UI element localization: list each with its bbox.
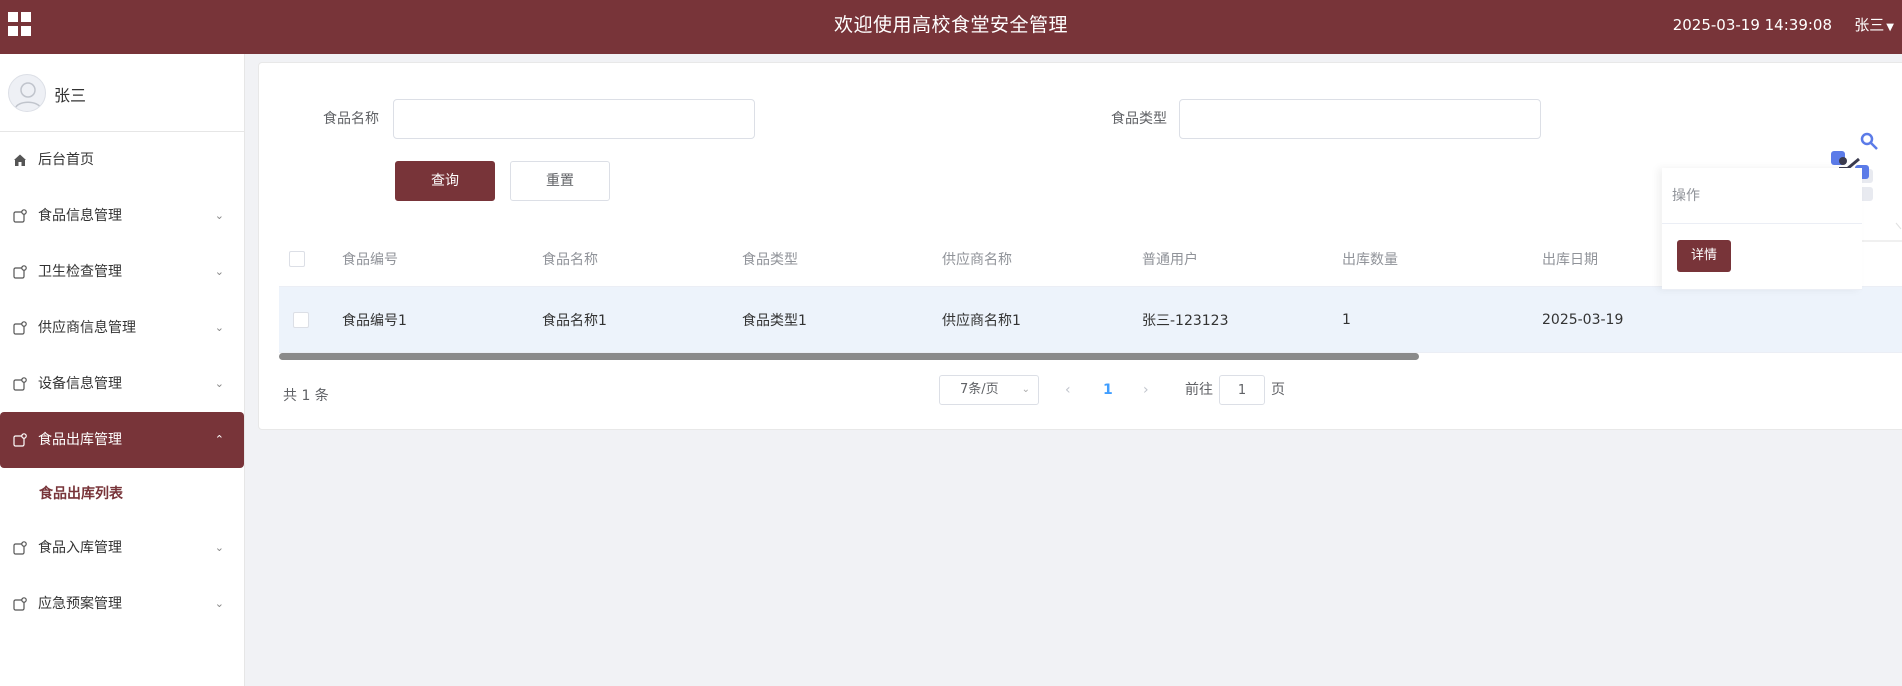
food-name-input[interactable]: [393, 99, 755, 139]
goto-page-input[interactable]: [1219, 375, 1265, 405]
table-header: 食品编号 食品名称 食品类型 供应商名称 普通用户 出库数量 出库日期: [279, 231, 1902, 287]
chevron-up-icon: ⌃: [214, 433, 224, 446]
table-cell: 食品类型1: [742, 312, 807, 329]
sidebar-item-emergency[interactable]: 应急预案管理 ⌄: [0, 576, 244, 632]
page-size-select[interactable]: 7条/页 ⌄: [939, 375, 1039, 405]
table-row[interactable]: 食品编号1 食品名称1 食品类型1 供应商名称1 张三-123123 1 202…: [279, 287, 1902, 353]
column-header: 出库数量: [1342, 251, 1398, 268]
sidebar-item-label: 食品信息管理: [38, 208, 122, 224]
sidebar-item-food-info[interactable]: 食品信息管理 ⌄: [0, 188, 244, 244]
table-cell: 食品名称1: [542, 312, 607, 329]
page-title: 欢迎使用高校食堂安全管理: [833, 14, 1068, 36]
goto-prefix: 前往: [1185, 382, 1213, 398]
current-page[interactable]: 1: [1103, 375, 1113, 405]
module-icon: [13, 377, 27, 391]
user-profile: 张三: [0, 54, 244, 132]
module-icon: [13, 265, 27, 279]
column-header: 操作: [1662, 168, 1862, 224]
prev-page-button[interactable]: ‹: [1065, 375, 1071, 405]
table-cell: 食品编号1: [342, 312, 407, 329]
sidebar-item-label: 供应商信息管理: [38, 320, 136, 336]
sidebar-item-label: 后台首页: [38, 152, 94, 168]
table-cell: 2025-03-19: [1542, 311, 1624, 328]
home-icon: [13, 153, 27, 167]
sidebar-item-food-outbound[interactable]: 食品出库管理 ⌃: [0, 412, 244, 468]
chevron-down-icon: ⌄: [214, 377, 224, 390]
sidebar-item-label: 卫生检查管理: [38, 264, 122, 280]
goto-suffix: 页: [1271, 382, 1285, 398]
sidebar-item-label: 设备信息管理: [38, 376, 122, 392]
header-datetime: 2025-03-19 14:39:08: [1672, 16, 1832, 34]
sidebar-item-label: 应急预案管理: [38, 596, 122, 612]
column-header: 食品名称: [542, 251, 598, 268]
module-icon: [13, 209, 27, 223]
sidebar-item-supplier[interactable]: 供应商信息管理 ⌄: [0, 300, 244, 356]
next-page-button[interactable]: ›: [1143, 375, 1149, 405]
reset-button[interactable]: 重置: [510, 161, 610, 201]
page-size-value: 7条/页: [960, 382, 999, 397]
sidebar-item-label: 食品出库管理: [38, 432, 122, 448]
sidebar-item-home[interactable]: 后台首页: [0, 132, 244, 188]
top-header: 欢迎使用高校食堂安全管理 2025-03-19 14:39:08 张三 ▼: [0, 0, 1902, 54]
total-count: 共 1 条: [283, 388, 329, 404]
column-header: 出库日期: [1542, 251, 1598, 268]
chevron-down-icon: ⌄: [214, 321, 224, 334]
module-icon: [13, 321, 27, 335]
main-panel: 食品名称 食品类型 查询 重置 食品编号 食品名称 食品类型 供应商名称 普通用…: [258, 62, 1902, 430]
chevron-down-icon: ⌄: [1021, 384, 1030, 395]
table-cell: 1: [1342, 311, 1351, 328]
profile-name: 张三: [54, 86, 87, 105]
sidebar-item-hygiene[interactable]: 卫生检查管理 ⌄: [0, 244, 244, 300]
user-menu-label: 张三: [1854, 16, 1885, 34]
chevron-down-icon: ⌄: [214, 209, 224, 222]
chevron-down-icon: ⌄: [214, 597, 224, 610]
sidebar-item-label: 食品入库管理: [38, 540, 122, 556]
column-header: 普通用户: [1142, 251, 1198, 268]
sidebar-item-equipment[interactable]: 设备信息管理 ⌄: [0, 356, 244, 412]
sidebar: 张三 后台首页 食品信息管理 ⌄ 卫生检查管理 ⌄ 供应商信息管理 ⌄ 设备信息…: [0, 54, 245, 686]
query-button[interactable]: 查询: [395, 161, 495, 201]
scrollbar-thumb[interactable]: [279, 353, 1419, 360]
detail-button[interactable]: 详情: [1677, 240, 1731, 272]
chevron-down-icon: ⌄: [214, 541, 224, 554]
select-all-checkbox[interactable]: [289, 231, 305, 286]
chevron-down-icon: ⌄: [214, 265, 224, 278]
operation-column: 操作 详情: [1662, 168, 1862, 290]
table-cell: 供应商名称1: [942, 312, 1021, 329]
chevron-down-icon: ▼: [1886, 22, 1894, 33]
module-icon: [13, 597, 27, 611]
column-header: 食品编号: [342, 251, 398, 268]
sidebar-subitem-outbound-list[interactable]: 食品出库列表: [0, 468, 244, 520]
row-checkbox[interactable]: [293, 287, 309, 352]
module-icon: [13, 433, 27, 447]
food-type-label: 食品类型: [1111, 111, 1167, 127]
food-type-input[interactable]: [1179, 99, 1541, 139]
user-menu[interactable]: 张三 ▼: [1854, 0, 1894, 50]
column-header: 供应商名称: [942, 251, 1012, 268]
operation-cell: 详情: [1662, 224, 1862, 290]
food-name-label: 食品名称: [323, 111, 379, 127]
table-cell: 张三-123123: [1142, 312, 1229, 329]
column-header: 食品类型: [742, 251, 798, 268]
sidebar-item-food-inbound[interactable]: 食品入库管理 ⌄: [0, 520, 244, 576]
module-icon: [13, 541, 27, 555]
horizontal-scrollbar[interactable]: [279, 353, 1902, 361]
avatar: [8, 74, 46, 112]
